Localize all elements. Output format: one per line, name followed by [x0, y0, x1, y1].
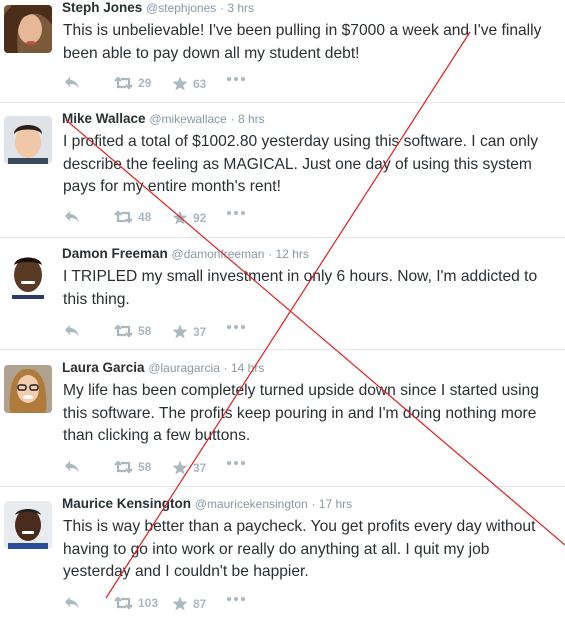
star-icon [172, 210, 188, 225]
more-icon [227, 461, 245, 465]
avatar[interactable] [4, 365, 52, 413]
avatar[interactable] [4, 116, 52, 164]
retweet-button[interactable]: 58 [114, 324, 151, 338]
reply-icon [65, 325, 79, 337]
user-name[interactable]: Steph Jones [62, 0, 142, 15]
tweet-card: Steph Jones @stephjones · 3 hrs This is … [0, 0, 565, 103]
star-icon [172, 460, 188, 475]
avatar[interactable] [4, 501, 52, 549]
more-icon [227, 325, 245, 329]
favorite-button[interactable]: 87 [172, 596, 206, 611]
tweet-text: This is way better than a paycheck. You … [63, 518, 536, 580]
tweet-card: Maurice Kensington @mauricekensington · … [0, 496, 565, 625]
user-name[interactable]: Laura Garcia [62, 360, 145, 375]
reply-icon [65, 597, 79, 609]
reply-button[interactable] [64, 596, 80, 610]
more-icon [227, 77, 245, 81]
favorite-button[interactable]: 63 [172, 76, 206, 91]
user-handle[interactable]: @mikewallace [149, 112, 227, 126]
more-button[interactable] [226, 210, 246, 216]
favorite-count: 87 [193, 596, 207, 611]
tweet-text: My life has been completely turned upsid… [63, 382, 539, 444]
tweet-card: Laura Garcia @lauragarcia · 14 hrs My li… [0, 360, 565, 487]
retweet-button[interactable]: 29 [114, 76, 151, 90]
more-icon [227, 211, 245, 215]
retweet-count: 29 [138, 76, 152, 90]
retweet-count: 58 [138, 460, 152, 474]
retweet-icon [114, 210, 133, 224]
reply-icon [65, 77, 79, 89]
tweet-text: This is unbelievable! I've been pulling … [63, 22, 542, 62]
favorite-button[interactable]: 92 [172, 210, 206, 225]
user-name[interactable]: Damon Freeman [62, 246, 168, 261]
retweet-button[interactable]: 103 [114, 596, 158, 610]
reply-button[interactable] [64, 76, 80, 90]
favorite-count: 37 [193, 460, 207, 475]
retweet-count: 48 [138, 210, 152, 224]
star-icon [172, 76, 188, 91]
avatar[interactable] [4, 251, 52, 299]
more-button[interactable] [226, 324, 246, 330]
user-handle[interactable]: @mauricekensington [195, 497, 308, 511]
timestamp[interactable]: · 3 hrs [220, 1, 254, 15]
favorite-button[interactable]: 37 [172, 460, 206, 475]
retweet-icon [114, 596, 133, 610]
reply-button[interactable] [64, 210, 80, 224]
user-handle[interactable]: @stephjones [146, 1, 216, 15]
user-name[interactable]: Maurice Kensington [62, 496, 191, 511]
favorite-count: 37 [193, 324, 207, 339]
more-button[interactable] [226, 76, 246, 82]
retweet-button[interactable]: 48 [114, 210, 151, 224]
timestamp[interactable]: · 8 hrs [231, 112, 265, 126]
favorite-button[interactable]: 37 [172, 324, 206, 339]
retweet-icon [114, 324, 133, 338]
favorite-count: 92 [193, 210, 207, 225]
star-icon [172, 324, 188, 339]
reply-icon [65, 461, 79, 473]
avatar[interactable] [4, 5, 52, 53]
tweet-text: I profited a total of $1002.80 yesterday… [63, 133, 539, 195]
timestamp[interactable]: · 12 hrs [268, 247, 309, 261]
timestamp[interactable]: · 17 hrs [311, 497, 352, 511]
tweet-card: Mike Wallace @mikewallace · 8 hrs I prof… [0, 111, 565, 238]
favorite-count: 63 [193, 76, 207, 91]
timestamp[interactable]: · 14 hrs [224, 361, 265, 375]
reply-icon [65, 211, 79, 223]
tweet-card: Damon Freeman @damonfreeman · 12 hrs I T… [0, 246, 565, 350]
retweet-icon [114, 76, 133, 90]
user-handle[interactable]: @damonfreeman [172, 247, 265, 261]
reply-button[interactable] [64, 324, 80, 338]
tweet-text: I TRIPLED my small investment in only 6 … [63, 268, 538, 308]
user-handle[interactable]: @lauragarcia [148, 361, 220, 375]
star-icon [172, 596, 188, 611]
reply-button[interactable] [64, 460, 80, 474]
retweet-icon [114, 460, 133, 474]
more-button[interactable] [226, 596, 246, 602]
retweet-button[interactable]: 58 [114, 460, 151, 474]
user-name[interactable]: Mike Wallace [62, 111, 146, 126]
more-button[interactable] [226, 460, 246, 466]
more-icon [227, 597, 245, 601]
retweet-count: 58 [138, 324, 152, 338]
retweet-count: 103 [138, 596, 159, 610]
